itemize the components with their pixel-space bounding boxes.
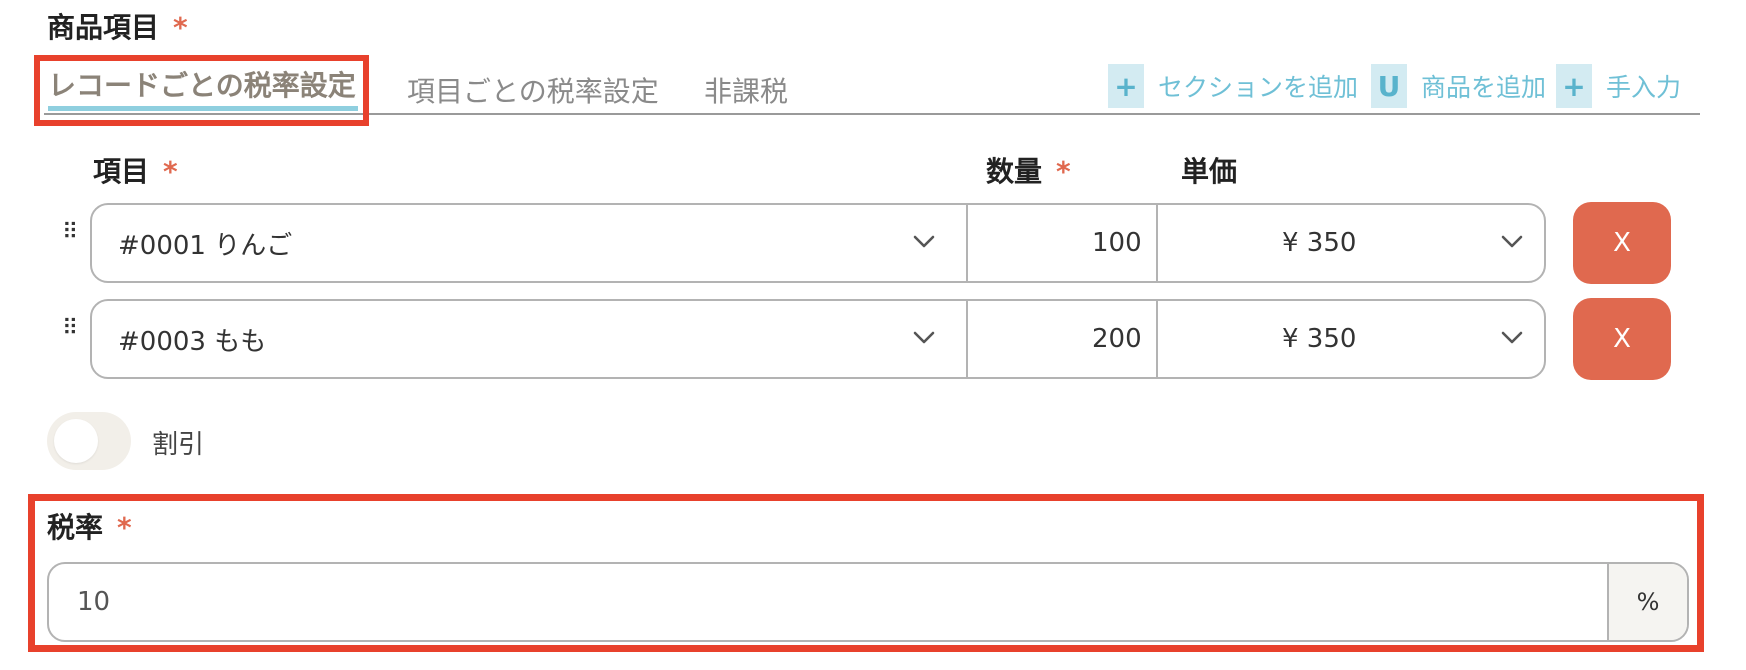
manual-input-button[interactable]: + 手入力 (1556, 64, 1681, 108)
quantity-input[interactable]: 100 (1092, 205, 1142, 281)
required-mark: * (173, 11, 188, 44)
chevron-down-icon[interactable] (1498, 323, 1526, 351)
add-section-button[interactable]: + セクションを追加 (1108, 64, 1358, 108)
quantity-column-label: 数量 * (986, 150, 1071, 190)
item-select[interactable]: #0003 もも (118, 301, 938, 377)
tax-rate-label-text: 税率 (47, 511, 104, 544)
tax-rate-value[interactable]: 10 (77, 564, 110, 640)
required-mark: * (1056, 155, 1071, 188)
product-icon: U (1371, 64, 1407, 108)
chevron-down-icon[interactable] (1498, 227, 1526, 255)
unit-price-select[interactable]: ¥ 350 (1282, 205, 1356, 281)
line-item-row: #0003 もも 200 ¥ 350 (90, 299, 1546, 379)
discount-label: 割引 (152, 430, 205, 460)
section-title-text: 商品項目 (47, 11, 160, 44)
required-mark: * (163, 155, 178, 188)
unit-price-value: ¥ 350 (1282, 228, 1357, 258)
chevron-down-icon[interactable] (910, 323, 938, 351)
line-item-row: #0001 りんご 100 ¥ 350 (90, 203, 1546, 283)
quantity-value: 100 (1092, 228, 1142, 258)
manual-input-label: 手入力 (1606, 73, 1682, 102)
unit-price-value: ¥ 350 (1282, 324, 1357, 354)
tab-record-tax-rate[interactable]: レコードごとの税率設定 (48, 64, 356, 104)
section-title: 商品項目 * (47, 6, 188, 46)
item-select-value: #0003 もも (118, 326, 267, 357)
add-section-label: セクションを追加 (1158, 73, 1359, 102)
toggle-knob (54, 419, 98, 463)
add-product-button[interactable]: U 商品を追加 (1371, 64, 1546, 108)
quantity-input[interactable]: 200 (1092, 301, 1142, 377)
cell-divider (966, 301, 968, 377)
tax-rate-input[interactable]: 10 % (47, 562, 1689, 642)
cell-divider (1156, 205, 1158, 281)
drag-handle-icon[interactable]: ⠿ (62, 318, 80, 340)
chevron-down-icon[interactable] (910, 227, 938, 255)
cell-divider (1156, 301, 1158, 377)
discount-toggle[interactable] (47, 412, 131, 470)
tax-rate-label: 税率 * (47, 506, 132, 546)
item-select-value: #0001 りんご (118, 230, 293, 261)
add-product-label: 商品を追加 (1421, 73, 1547, 102)
tabs-divider (44, 113, 1700, 115)
tab-tax-exempt[interactable]: 非課税 (704, 70, 788, 110)
quantity-value: 200 (1092, 324, 1142, 354)
item-column-text: 項目 (93, 155, 150, 188)
quantity-column-text: 数量 (986, 155, 1043, 188)
unit-price-select[interactable]: ¥ 350 (1282, 301, 1356, 377)
item-select[interactable]: #0001 りんご (118, 205, 938, 281)
drag-handle-icon[interactable]: ⠿ (62, 222, 80, 244)
delete-row-button[interactable]: X (1573, 202, 1671, 284)
active-tab-underline (48, 106, 358, 111)
add-document-icon: + (1108, 64, 1144, 108)
delete-row-button[interactable]: X (1573, 298, 1671, 380)
cell-divider (966, 205, 968, 281)
percent-suffix: % (1607, 564, 1687, 640)
item-column-label: 項目 * (93, 150, 178, 190)
add-document-icon: + (1556, 64, 1592, 108)
tab-item-tax-rate[interactable]: 項目ごとの税率設定 (407, 70, 659, 110)
required-mark: * (117, 511, 132, 544)
unit-price-column-label: 単価 (1181, 155, 1238, 188)
